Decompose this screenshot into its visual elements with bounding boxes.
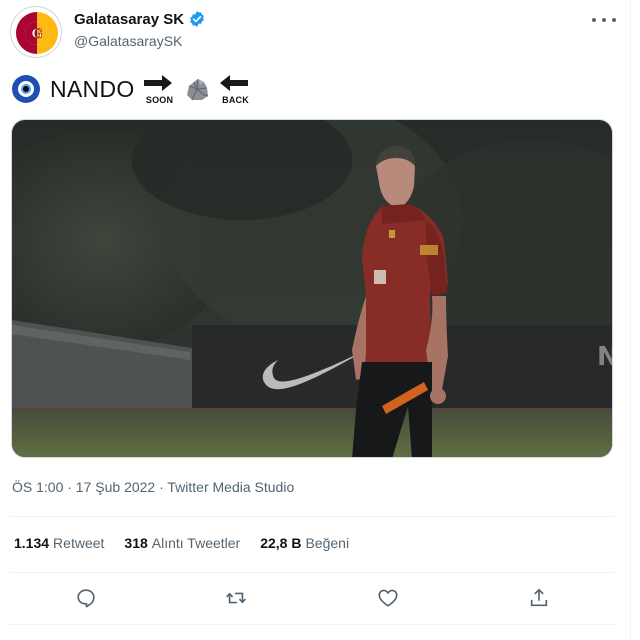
more-options-icon[interactable] <box>592 12 616 28</box>
tweet-stats: 1.134 Retweet 318 Alıntı Tweetler 22,8 B… <box>14 535 369 551</box>
retweet-icon <box>226 592 246 604</box>
divider <box>10 516 614 517</box>
retweet-count[interactable]: 1.134 Retweet <box>14 535 104 551</box>
svg-text:G: G <box>31 27 42 42</box>
author-name-row[interactable]: Galatasaray SK <box>74 10 206 28</box>
divider <box>10 572 614 573</box>
more-dot <box>602 18 606 22</box>
reply-button[interactable] <box>72 584 100 612</box>
like-count[interactable]: 22,8 B Beğeni <box>260 535 349 551</box>
share-button[interactable] <box>525 584 553 612</box>
stat-value: 22,8 B <box>260 535 302 551</box>
tweet-word: NANDO <box>50 75 135 102</box>
verified-badge-icon <box>190 11 204 27</box>
tweet-actions <box>0 584 631 612</box>
nazar-amulet-icon <box>12 75 40 103</box>
more-dot <box>612 18 616 22</box>
stat-label: Beğeni <box>305 535 350 551</box>
author-avatar[interactable]: G <box>10 6 62 58</box>
soon-label: SOON <box>145 95 174 105</box>
soon-arrow-icon: SOON <box>143 73 173 105</box>
rock-icon <box>186 78 208 101</box>
share-icon <box>530 588 548 607</box>
galatasaray-crest-icon: G <box>16 12 58 54</box>
retweet-button[interactable] <box>222 584 250 612</box>
divider <box>10 624 614 625</box>
more-dot <box>592 18 596 22</box>
like-button[interactable] <box>374 584 402 612</box>
stat-label: Retweet <box>53 535 105 551</box>
author-handle[interactable]: @GalatasaraySK <box>74 33 182 49</box>
tweet-card: G Galatasaray SK @GalatasaraySK NANDO SO… <box>0 0 631 640</box>
stat-value: 318 <box>124 535 148 551</box>
training-photo: N <box>12 120 612 457</box>
tweet-media[interactable]: N <box>11 119 613 458</box>
tweet-timestamp[interactable]: ÖS 1:00 · 17 Şub 2022 · Twitter Media St… <box>12 479 294 495</box>
stat-label: Alıntı Tweetler <box>151 535 241 551</box>
like-icon <box>378 589 398 607</box>
back-arrow-icon: BACK <box>219 73 249 105</box>
author-display-name[interactable]: Galatasaray SK <box>74 11 184 28</box>
quote-tweet-count[interactable]: 318 Alıntı Tweetler <box>124 535 240 551</box>
back-label: BACK <box>222 95 249 105</box>
reply-icon <box>77 589 95 608</box>
stat-value: 1.134 <box>14 535 50 551</box>
tweet-text: NANDO SOON BACK <box>12 72 249 106</box>
